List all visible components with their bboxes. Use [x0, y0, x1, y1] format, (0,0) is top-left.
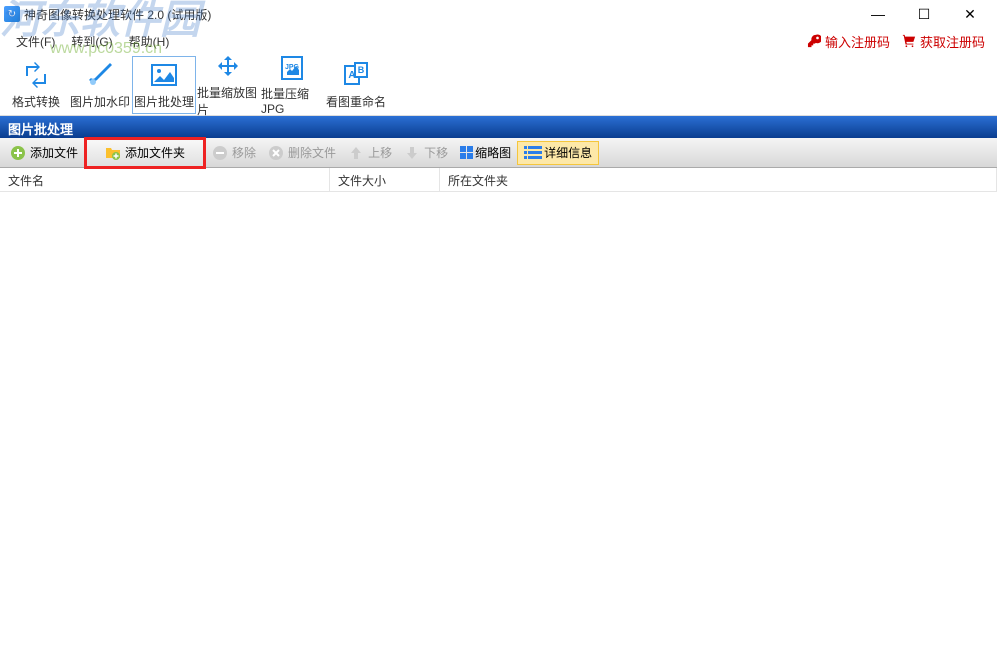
list-icon [524, 146, 542, 159]
rename-icon: AB [340, 59, 372, 91]
move-down-button[interactable]: 下移 [398, 141, 454, 165]
add-file-icon [10, 145, 26, 161]
minimize-button[interactable]: — [855, 0, 901, 28]
arrow-up-icon [348, 145, 364, 161]
move-up-label: 上移 [368, 144, 392, 161]
titlebar: 神奇图像转换处理软件 2.0 (试用版) — ☐ ✕ [0, 0, 997, 28]
get-reg-code-label: 获取注册码 [920, 32, 985, 51]
add-file-label: 添加文件 [30, 144, 78, 161]
tool-view-rename[interactable]: AB 看图重命名 [324, 56, 388, 114]
close-button[interactable]: ✕ [947, 0, 993, 28]
remove-button[interactable]: 移除 [206, 141, 262, 165]
resize-icon [212, 52, 244, 82]
delete-icon [268, 145, 284, 161]
remove-label: 移除 [232, 144, 256, 161]
svg-text:B: B [358, 65, 365, 75]
column-folder[interactable]: 所在文件夹 [440, 168, 997, 191]
menu-file[interactable]: 文件(F) [8, 31, 63, 52]
add-folder-label: 添加文件夹 [125, 144, 185, 161]
image-icon [148, 59, 180, 91]
enter-reg-code-label: 输入注册码 [825, 32, 890, 51]
main-toolbar: 格式转换 图片加水印 图片批处理 批量缩放图片 JPG 批量压缩JPG AB 看… [0, 54, 997, 116]
app-icon [4, 6, 20, 22]
tool-label: 批量缩放图片 [197, 84, 259, 118]
app-title: 神奇图像转换处理软件 2.0 (试用版) [24, 6, 211, 23]
move-up-button[interactable]: 上移 [342, 141, 398, 165]
file-list[interactable] [0, 192, 997, 652]
tool-label: 看图重命名 [326, 93, 386, 110]
maximize-button[interactable]: ☐ [901, 0, 947, 28]
grid-icon [460, 146, 473, 159]
menu-goto[interactable]: 转到(G) [63, 31, 120, 52]
action-bar: 添加文件 添加文件夹 移除 删除文件 上移 下移 缩略图 详细信息 [0, 138, 997, 168]
add-folder-button[interactable]: 添加文件夹 [84, 137, 206, 169]
detail-view-label: 详细信息 [544, 144, 592, 161]
add-file-button[interactable]: 添加文件 [4, 141, 84, 165]
tool-label: 图片加水印 [70, 93, 130, 110]
tool-batch-resize[interactable]: 批量缩放图片 [196, 56, 260, 114]
jpg-icon: JPG [276, 53, 308, 83]
delete-file-button[interactable]: 删除文件 [262, 141, 342, 165]
enter-reg-code-link[interactable]: 输入注册码 [807, 32, 890, 51]
get-reg-code-link[interactable]: 获取注册码 [902, 32, 985, 51]
thumbnail-view-label: 缩略图 [475, 144, 511, 161]
menu-help[interactable]: 帮助(H) [121, 31, 178, 52]
arrow-down-icon [404, 145, 420, 161]
thumbnail-view-button[interactable]: 缩略图 [454, 141, 517, 165]
detail-view-button[interactable]: 详细信息 [517, 141, 599, 165]
tool-format-convert[interactable]: 格式转换 [4, 56, 68, 114]
tool-label: 图片批处理 [134, 93, 194, 110]
section-title: 图片批处理 [0, 116, 997, 138]
tool-watermark[interactable]: 图片加水印 [68, 56, 132, 114]
add-folder-icon [105, 145, 121, 161]
remove-icon [212, 145, 228, 161]
column-filename[interactable]: 文件名 [0, 168, 330, 191]
key-icon [807, 34, 821, 48]
convert-icon [20, 59, 52, 91]
menubar: 文件(F) 转到(G) 帮助(H) 输入注册码 获取注册码 [0, 28, 997, 54]
cart-icon [902, 34, 916, 48]
tool-label: 批量压缩JPG [261, 85, 323, 116]
move-down-label: 下移 [424, 144, 448, 161]
tool-batch-compress-jpg[interactable]: JPG 批量压缩JPG [260, 56, 324, 114]
tool-batch-process[interactable]: 图片批处理 [132, 56, 196, 114]
brush-icon [84, 59, 116, 91]
delete-file-label: 删除文件 [288, 144, 336, 161]
tool-label: 格式转换 [12, 93, 60, 110]
column-filesize[interactable]: 文件大小 [330, 168, 440, 191]
list-header: 文件名 文件大小 所在文件夹 [0, 168, 997, 192]
